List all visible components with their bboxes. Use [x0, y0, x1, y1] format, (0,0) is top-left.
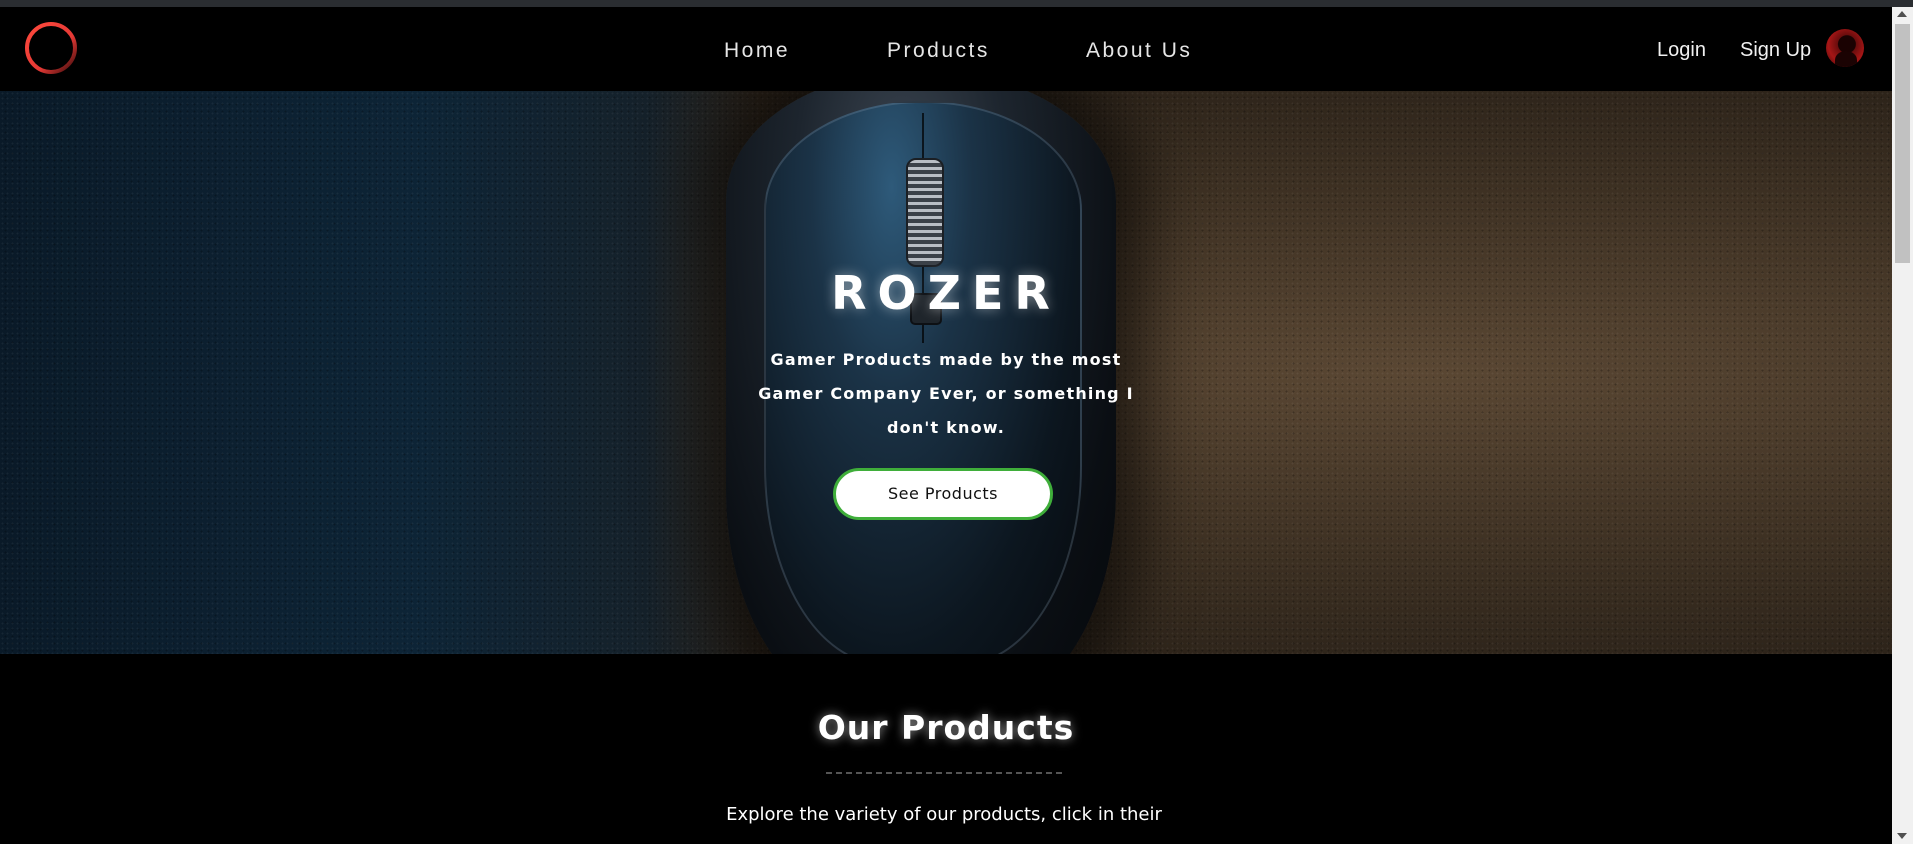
- nav-home-link[interactable]: Home: [724, 39, 790, 63]
- browser-top-strip: [0, 0, 1913, 7]
- see-products-button[interactable]: See Products: [833, 468, 1053, 520]
- nav-products-link[interactable]: Products: [887, 39, 990, 63]
- nav-about-link[interactable]: About Us: [1086, 39, 1192, 63]
- scroll-up-arrow-icon[interactable]: [1897, 11, 1907, 17]
- nav-links: Home Products About Us: [0, 7, 1892, 91]
- products-section: Our Products Explore the variety of our …: [0, 654, 1892, 844]
- signup-link[interactable]: Sign Up: [1740, 39, 1811, 62]
- products-section-title: Our Products: [817, 708, 1075, 747]
- scroll-down-arrow-icon[interactable]: [1897, 833, 1907, 839]
- scrollbar-thumb[interactable]: [1895, 24, 1910, 263]
- hero-banner: ROZER Gamer Products made by the most Ga…: [0, 91, 1892, 654]
- navbar: Home Products About Us Login Sign Up: [0, 7, 1892, 91]
- login-link[interactable]: Login: [1657, 39, 1706, 62]
- hero-subtitle: Gamer Products made by the most Gamer Co…: [758, 350, 1134, 437]
- products-section-description: Explore the variety of our products, cli…: [726, 804, 1162, 825]
- user-avatar-icon[interactable]: [1826, 29, 1864, 67]
- hero-title: ROZER: [831, 266, 1061, 320]
- hero-content: ROZER Gamer Products made by the most Ga…: [0, 91, 1892, 654]
- page-scrollbar[interactable]: [1892, 7, 1913, 844]
- section-divider: [826, 772, 1062, 774]
